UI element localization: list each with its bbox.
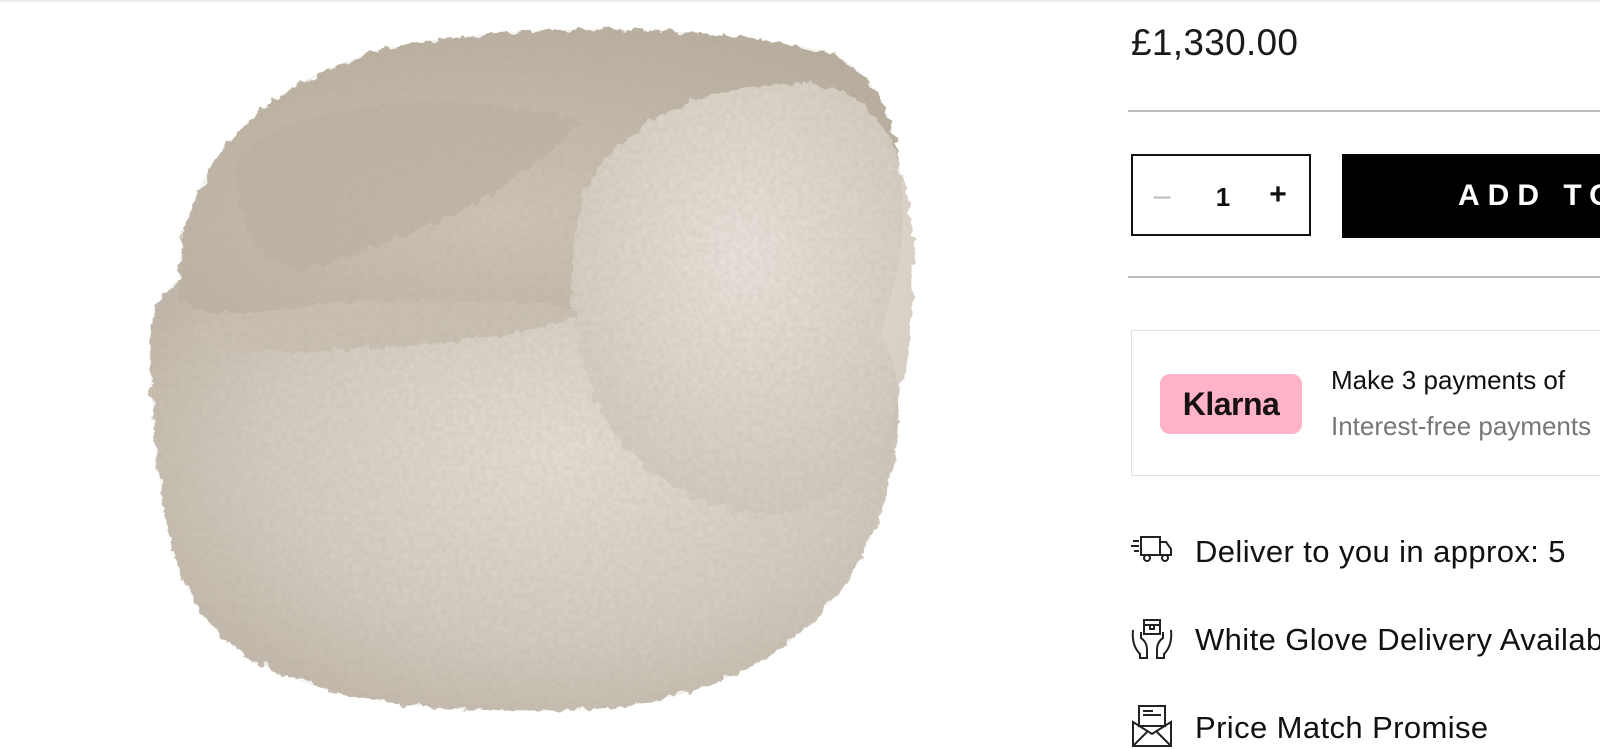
klarna-interest-free-text: Interest-free payments	[1331, 411, 1592, 441]
quantity-increase-button[interactable]: +	[1263, 180, 1293, 210]
quantity-stepper: – +	[1131, 154, 1311, 236]
price-match-envelope-icon	[1132, 705, 1172, 747]
klarna-logo: Klarna	[1160, 374, 1302, 434]
quantity-input[interactable]	[1203, 176, 1243, 218]
top-rule	[0, 0, 1600, 2]
klarna-payment-card[interactable]: Klarna Make 3 payments of Interest-free …	[1131, 330, 1600, 476]
divider	[1128, 110, 1600, 112]
feature-label: Deliver to you in approx: 5	[1195, 534, 1566, 569]
white-glove-box-icon	[1131, 619, 1173, 659]
add-to-cart-button[interactable]: ADD TO CART	[1342, 154, 1600, 238]
feature-label: White Glove Delivery Available	[1195, 622, 1600, 657]
product-price: £1,330.00	[1131, 22, 1299, 63]
divider	[1128, 276, 1600, 278]
product-image	[120, 10, 940, 730]
klarna-payment-text: Make 3 payments of	[1331, 365, 1566, 395]
feature-label: Price Match Promise	[1195, 710, 1489, 745]
quantity-decrease-button[interactable]: –	[1147, 181, 1177, 212]
delivery-truck-icon	[1131, 536, 1172, 562]
